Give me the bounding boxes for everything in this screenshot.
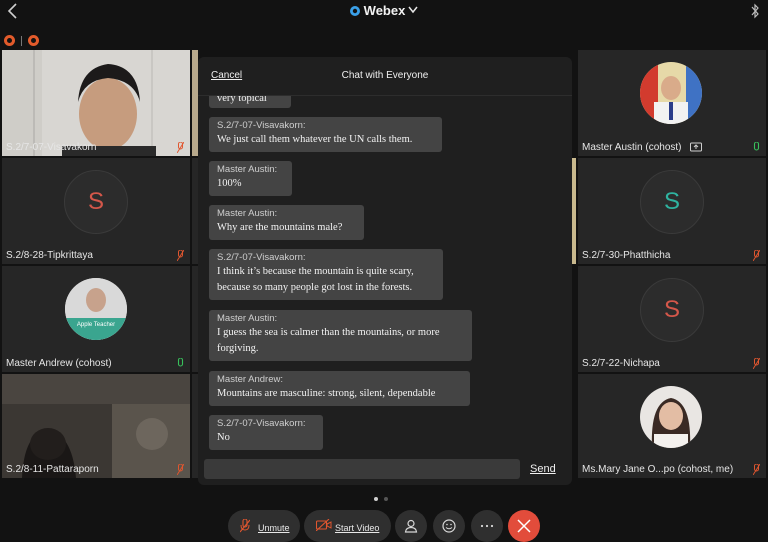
video-tile-visavakorn[interactable]: S.2/7-07-Visavakorn	[2, 50, 190, 156]
avatar-photo	[640, 386, 702, 448]
avatar-photo	[640, 62, 702, 124]
recording-indicator-icon	[4, 35, 15, 47]
video-tile-mary-jane[interactable]: Ms.Mary Jane O...po (cohost, me)	[578, 374, 766, 478]
message-text: because so many people got lost in the f…	[217, 282, 413, 293]
participant-video-feed	[2, 50, 190, 156]
app-title-menu[interactable]: Webex	[0, 3, 768, 18]
message-sender: S.2/7-07-Visavakorn:	[217, 252, 306, 263]
participant-avatar: S	[640, 170, 704, 234]
bluetooth-icon[interactable]	[750, 3, 760, 19]
participant-name: Ms.Mary Jane O...po (cohost, me)	[582, 464, 734, 475]
participant-avatar	[640, 62, 702, 124]
lock-indicator-icon	[28, 35, 39, 47]
participant-name: S.2/8-28-Tipkrittaya	[6, 250, 93, 261]
top-bar: Webex	[0, 0, 768, 24]
message-sender: Master Austin:	[217, 208, 278, 219]
chat-composer: Send	[198, 459, 572, 485]
mic-muted-icon	[753, 250, 760, 261]
message-text: Why are the mountains male?	[217, 222, 343, 233]
video-tile-hidden-5	[572, 158, 576, 264]
end-call-button[interactable]	[508, 510, 540, 542]
start-video-button[interactable]: Start Video	[304, 510, 391, 542]
message-text: Mountains are masculine: strong, silent,…	[217, 388, 436, 399]
video-tile-tipkrittaya[interactable]: S S.2/8-28-Tipkrittaya	[2, 158, 190, 264]
participant-name: Master Austin (cohost)	[582, 142, 682, 153]
participant-avatar: S	[64, 170, 128, 234]
meeting-controls: Unmute Start Video	[0, 508, 768, 542]
message-text: We just call them whatever the UN calls …	[217, 134, 413, 145]
webex-logo-icon	[349, 6, 360, 16]
chat-message: very topical	[209, 96, 291, 108]
message-text: I guess the sea is calmer than the mount…	[217, 327, 440, 338]
chat-message-list[interactable]: very topical S.2/7-07-Visavakorn: We jus…	[198, 96, 572, 458]
video-off-icon	[316, 519, 332, 531]
message-text: forgiving.	[217, 343, 259, 354]
unmute-label: Unmute	[258, 523, 290, 533]
message-sender: Master Austin:	[217, 164, 278, 175]
participants-icon	[404, 519, 418, 533]
message-sender: S.2/7-07-Visavakorn:	[217, 120, 306, 131]
chat-message: S.2/7-07-Visavakorn: We just call them w…	[209, 117, 442, 152]
message-text: No	[217, 432, 230, 443]
more-dots-icon	[480, 524, 494, 528]
message-text: very topical	[217, 96, 267, 104]
mic-active-icon	[753, 142, 760, 151]
message-text: I think it’s because the mountain is qui…	[217, 266, 414, 277]
chat-message: Master Austin: 100%	[209, 161, 292, 196]
participant-name: S.2/7-30-Phatthicha	[582, 250, 671, 261]
message-sender: Master Andrew:	[217, 374, 283, 385]
send-button[interactable]: Send	[530, 463, 556, 475]
participant-name: S.2/7-22-Nichapa	[582, 358, 660, 369]
page-dot[interactable]	[384, 497, 388, 501]
chat-input[interactable]	[204, 459, 520, 479]
recording-indicators	[4, 32, 45, 50]
unmute-button[interactable]: Unmute	[228, 510, 300, 542]
participant-video-feed	[2, 374, 190, 478]
mic-active-icon	[177, 358, 184, 367]
page-indicator[interactable]	[374, 488, 394, 506]
video-tile-master-andrew[interactable]: Apple Teacher Master Andrew (cohost)	[2, 266, 190, 372]
message-text: 100%	[217, 178, 242, 189]
chat-message: Master Austin: Why are the mountains mal…	[209, 205, 364, 240]
mic-muted-icon	[177, 464, 184, 475]
more-options-button[interactable]	[471, 510, 503, 542]
chat-panel: Cancel Chat with Everyone very topical S…	[198, 57, 572, 485]
mic-muted-icon	[177, 142, 184, 153]
participants-button[interactable]	[395, 510, 427, 542]
message-sender: Master Austin:	[217, 313, 278, 324]
chat-message: S.2/7-07-Visavakorn: I think it’s becaus…	[209, 249, 443, 300]
video-tile-phatthicha[interactable]: S S.2/7-30-Phatthicha	[578, 158, 766, 264]
participant-avatar: S	[640, 278, 704, 342]
close-icon	[517, 519, 531, 533]
indicator-divider	[21, 35, 22, 46]
participant-name: Master Andrew (cohost)	[6, 358, 112, 369]
reactions-button[interactable]	[433, 510, 465, 542]
chat-title: Chat with Everyone	[341, 70, 429, 81]
chat-message: Master Andrew: Mountains are masculine: …	[209, 371, 470, 406]
video-tile-master-austin[interactable]: Master Austin (cohost)	[578, 50, 766, 156]
apple-teacher-badge: Apple Teacher	[76, 322, 116, 328]
participant-name: S.2/7-07-Visavakorn	[6, 142, 97, 153]
start-video-label: Start Video	[335, 523, 380, 533]
page-dot-active[interactable]	[374, 497, 378, 501]
emoji-icon	[442, 519, 456, 533]
chat-message: Master Austin: I guess the sea is calmer…	[209, 310, 472, 361]
app-title-text: Webex	[363, 3, 406, 18]
mic-muted-icon	[177, 250, 184, 261]
participant-avatar	[640, 386, 702, 448]
chevron-down-icon	[408, 6, 418, 14]
chat-message: S.2/7-07-Visavakorn: No	[209, 415, 323, 450]
screen-share-icon	[690, 142, 702, 152]
video-tile-nichapa[interactable]: S S.2/7-22-Nichapa	[578, 266, 766, 372]
mic-muted-icon	[753, 464, 760, 475]
chat-header: Cancel Chat with Everyone	[198, 57, 572, 96]
mic-muted-icon	[240, 519, 250, 533]
message-sender: S.2/7-07-Visavakorn:	[217, 418, 306, 429]
avatar-photo	[65, 278, 127, 340]
video-tile-pattaraporn[interactable]: S.2/8-11-Pattaraporn	[2, 374, 190, 478]
participant-avatar: Apple Teacher	[65, 278, 127, 340]
mic-muted-icon	[753, 358, 760, 369]
participant-name: S.2/8-11-Pattaraporn	[6, 464, 99, 475]
